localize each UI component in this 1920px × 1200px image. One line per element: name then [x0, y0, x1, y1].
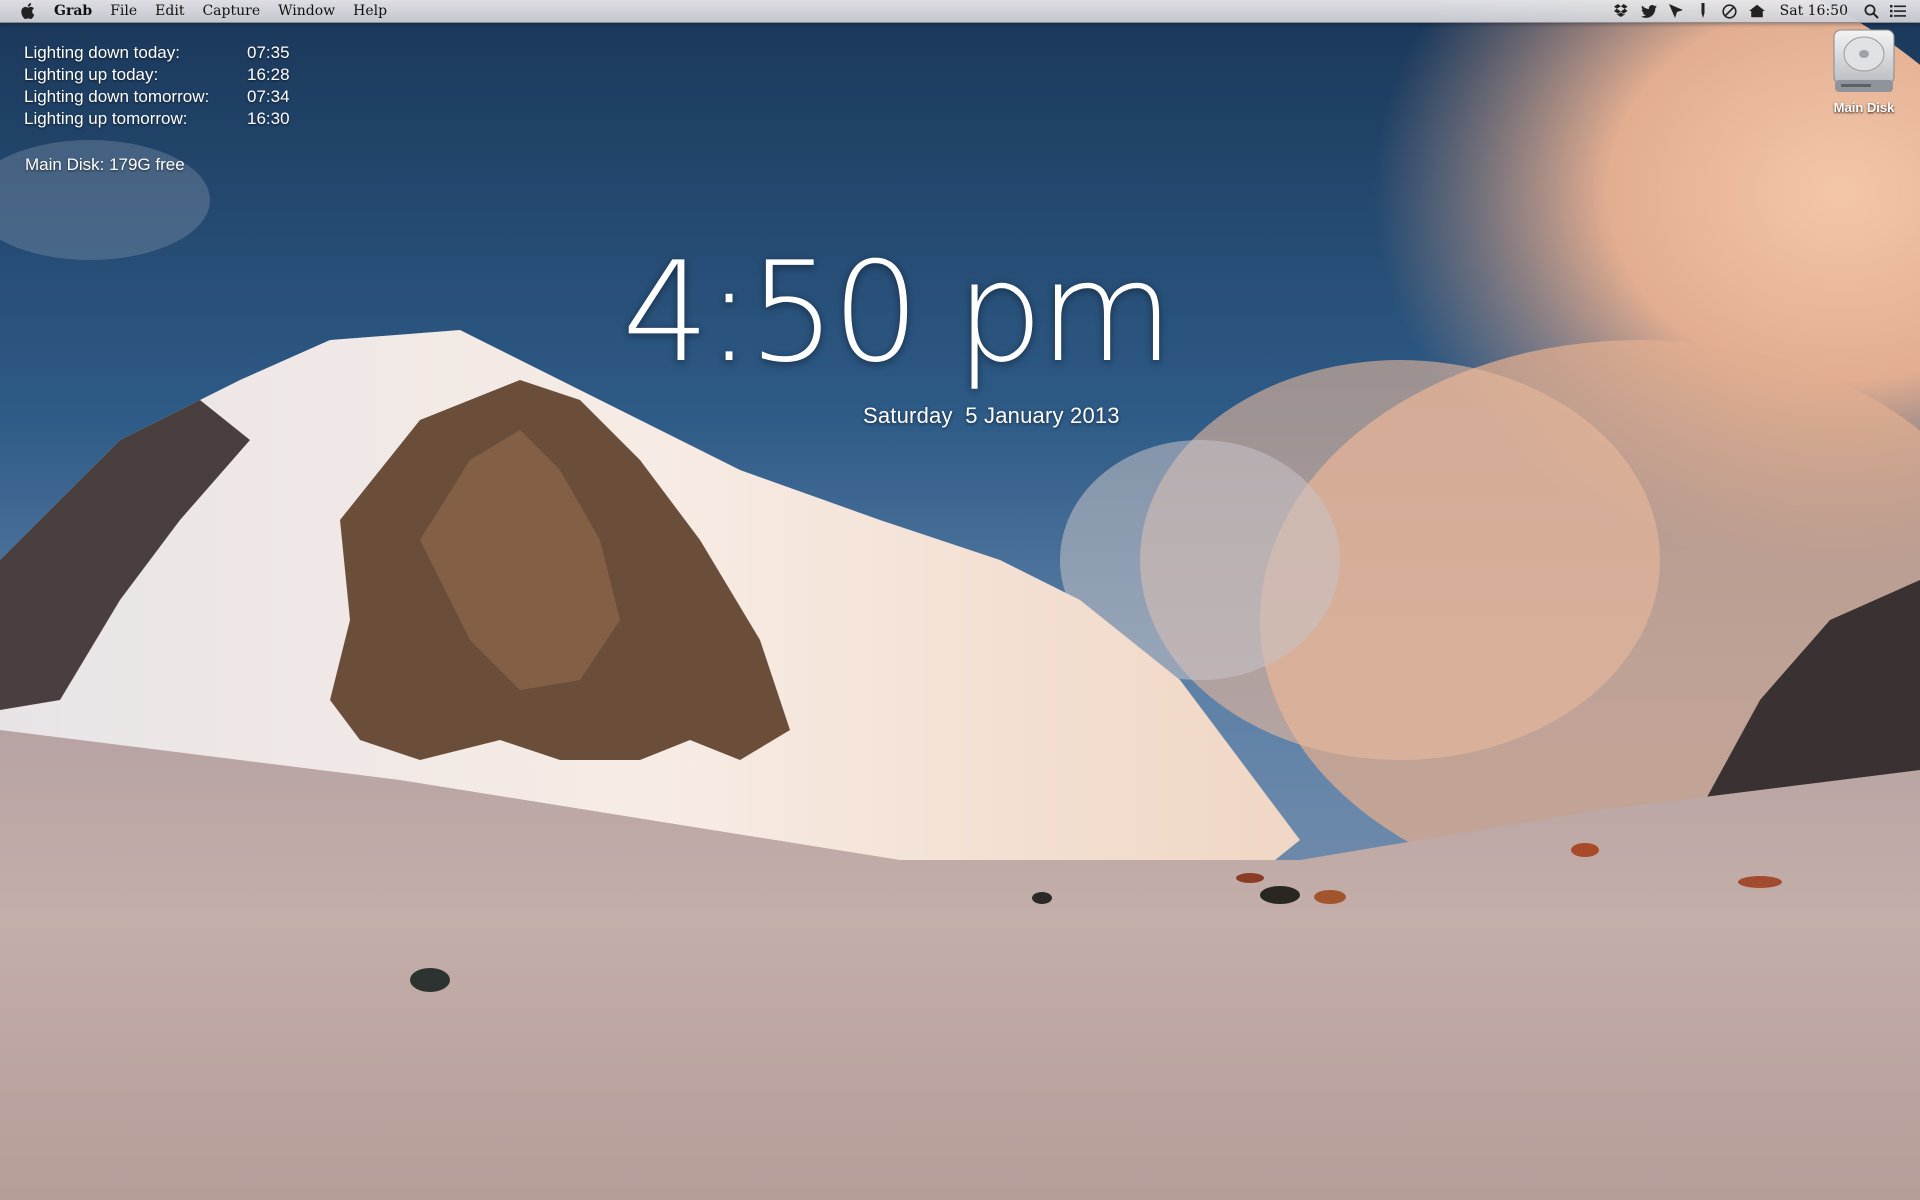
- info-row: Lighting up today: 16:28: [24, 64, 317, 86]
- info-label: Lighting down today:: [24, 43, 180, 62]
- notification-center-icon[interactable]: [1890, 3, 1906, 19]
- desktop-icon-main-disk[interactable]: Main Disk: [1818, 28, 1910, 115]
- menu-bar: Grab File Edit Capture Window Help Sat 1…: [0, 0, 1920, 23]
- menu-capture[interactable]: Capture: [193, 0, 269, 22]
- info-label: Lighting up today:: [24, 65, 159, 84]
- desktop[interactable]: Grab File Edit Capture Window Help Sat 1…: [0, 0, 1920, 1200]
- hard-drive-icon: [1831, 28, 1897, 96]
- menu-file[interactable]: File: [101, 0, 146, 22]
- info-value: 07:34: [247, 87, 290, 106]
- apple-logo-icon[interactable]: [18, 0, 38, 22]
- menu-window[interactable]: Window: [269, 0, 344, 22]
- wallpaper: [0, 0, 1920, 1200]
- clock-icon[interactable]: [1722, 3, 1738, 19]
- menu-help[interactable]: Help: [344, 0, 396, 22]
- info-value: 16:30: [247, 109, 290, 128]
- menu-app-name[interactable]: Grab: [54, 0, 101, 22]
- twitter-icon[interactable]: [1640, 3, 1657, 19]
- home-icon[interactable]: [1748, 3, 1765, 19]
- menu-edit[interactable]: Edit: [146, 0, 193, 22]
- location-arrow-icon[interactable]: [1668, 3, 1684, 19]
- info-label: Lighting down tomorrow:: [24, 87, 210, 106]
- info-row: Lighting up tomorrow: 16:30: [24, 108, 317, 130]
- lighting-times-widget: Lighting down today: 07:35 Lighting up t…: [24, 42, 317, 130]
- info-value: 07:35: [247, 43, 290, 62]
- desktop-clock-time: 4:50 pm: [622, 232, 1174, 393]
- menubar-clock[interactable]: Sat 16:50: [1780, 3, 1848, 19]
- status-area: Sat 16:50: [1613, 0, 1906, 22]
- info-row: Lighting down today: 07:35: [24, 42, 317, 64]
- disk-free-text: Main Disk: 179G free: [25, 155, 185, 174]
- desktop-icon-label: Main Disk: [1833, 100, 1895, 115]
- info-label: Lighting up tomorrow:: [24, 109, 188, 128]
- info-row: Lighting down tomorrow: 07:34: [24, 86, 317, 108]
- dropbox-icon[interactable]: [1613, 3, 1630, 19]
- desktop-clock-date: Saturday 5 January 2013: [863, 403, 1120, 428]
- spotlight-search-icon[interactable]: [1863, 3, 1879, 19]
- pen-icon[interactable]: [1695, 3, 1711, 19]
- info-value: 16:28: [247, 65, 290, 84]
